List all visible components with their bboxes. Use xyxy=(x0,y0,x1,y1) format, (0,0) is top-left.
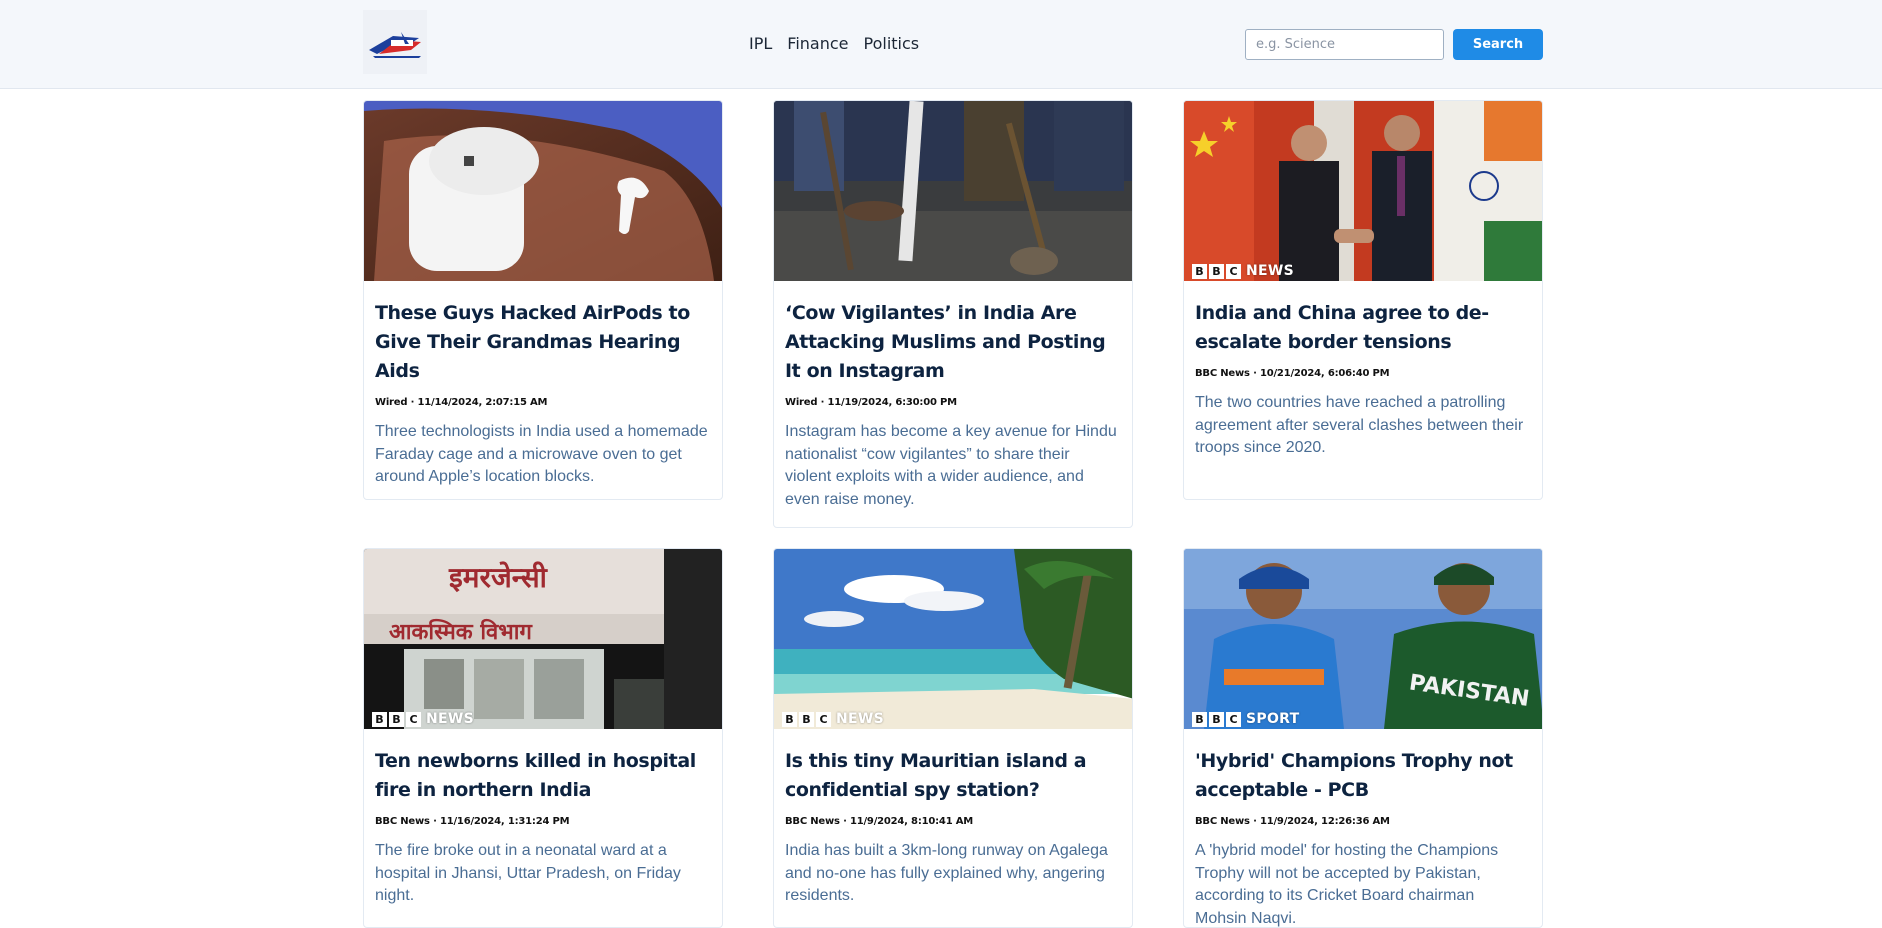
article-card[interactable]: ‘Cow Vigilantes’ in India Are Attacking … xyxy=(773,100,1133,528)
article-title[interactable]: 'Hybrid' Champions Trophy not acceptable… xyxy=(1195,747,1530,805)
article-title[interactable]: Ten newborns killed in hospital fire in … xyxy=(375,747,710,805)
article-card[interactable]: इमरजेन्सी आकस्मिक विभाग BBC NEWS Ten new… xyxy=(363,548,723,928)
article-meta: BBC News · 11/9/2024, 12:26:36 AM xyxy=(1195,816,1390,827)
article-title[interactable]: Is this tiny Mauritian island a confiden… xyxy=(785,747,1120,805)
hospital-photo-icon: इमरजेन्सी आकस्मिक विभाग xyxy=(364,549,722,729)
article-description: A 'hybrid model' for hosting the Champio… xyxy=(1195,842,1499,927)
airpods-photo-icon xyxy=(364,101,722,281)
article-meta: Wired · 11/19/2024, 6:30:00 PM xyxy=(785,397,957,408)
article-image[interactable]: BBC NEWS xyxy=(774,549,1132,729)
main-nav: IPL Finance Politics xyxy=(749,32,919,56)
article-meta: Wired · 11/14/2024, 2:07:15 AM xyxy=(375,397,548,408)
site-logo[interactable] xyxy=(363,10,427,74)
article-card[interactable]: PAKISTAN BBC SPORT 'Hybrid' Champions Tr… xyxy=(1183,548,1543,928)
top-navbar: IPL Finance Politics Search xyxy=(0,0,1882,89)
article-image[interactable] xyxy=(774,101,1132,281)
crowd-photo-icon xyxy=(774,101,1132,281)
bbc-news-badge: BBC NEWS xyxy=(1192,263,1294,279)
article-image[interactable] xyxy=(364,101,722,281)
article-meta: BBC News · 10/21/2024, 6:06:40 PM xyxy=(1195,368,1390,379)
article-description: Instagram has become a key avenue for Hi… xyxy=(785,423,1117,508)
bbc-news-badge: BBC NEWS xyxy=(372,711,474,727)
article-description: Three technologists in India used a home… xyxy=(375,423,708,485)
article-meta: BBC News · 11/16/2024, 1:31:24 PM xyxy=(375,816,570,827)
article-description: The fire broke out in a neonatal ward at… xyxy=(375,842,681,904)
search-button[interactable]: Search xyxy=(1453,29,1543,60)
article-card[interactable]: These Guys Hacked AirPods to Give Their … xyxy=(363,100,723,500)
article-description: The two countries have reached a patroll… xyxy=(1195,394,1524,456)
search-input[interactable] xyxy=(1245,29,1444,60)
article-body: ‘Cow Vigilantes’ in India Are Attacking … xyxy=(774,281,1132,527)
article-meta: BBC News · 11/9/2024, 8:10:41 AM xyxy=(785,816,974,827)
cricket-photo-icon: PAKISTAN xyxy=(1184,549,1542,729)
logo-icon xyxy=(363,10,427,74)
nav-link-finance[interactable]: Finance xyxy=(787,32,848,56)
article-title[interactable]: These Guys Hacked AirPods to Give Their … xyxy=(375,299,710,386)
nav-link-politics[interactable]: Politics xyxy=(864,32,920,56)
handshake-photo-icon xyxy=(1184,101,1542,281)
article-description: India has built a 3km-long runway on Aga… xyxy=(785,842,1108,904)
article-card[interactable]: BBC NEWS India and China agree to de-esc… xyxy=(1183,100,1543,500)
nav-link-ipl[interactable]: IPL xyxy=(749,32,772,56)
article-image[interactable]: BBC NEWS xyxy=(1184,101,1542,281)
article-image[interactable]: इमरजेन्सी आकस्मिक विभाग BBC NEWS xyxy=(364,549,722,729)
beach-photo-icon xyxy=(774,549,1132,729)
hospital-sign-text-2: आकस्मिक विभाग xyxy=(389,618,533,645)
article-title[interactable]: ‘Cow Vigilantes’ in India Are Attacking … xyxy=(785,299,1120,386)
article-card[interactable]: BBC NEWS Is this tiny Mauritian island a… xyxy=(773,548,1133,928)
bbc-news-badge: BBC NEWS xyxy=(782,711,884,727)
hospital-sign-text-1: इमरजेन्सी xyxy=(448,561,549,594)
article-body: India and China agree to de-escalate bor… xyxy=(1184,281,1542,476)
article-title[interactable]: India and China agree to de-escalate bor… xyxy=(1195,299,1530,357)
bbc-sport-badge: BBC SPORT xyxy=(1192,711,1299,727)
article-body: 'Hybrid' Champions Trophy not acceptable… xyxy=(1184,729,1542,927)
article-body: Is this tiny Mauritian island a confiden… xyxy=(774,729,1132,924)
article-image[interactable]: PAKISTAN BBC SPORT xyxy=(1184,549,1542,729)
article-body: Ten newborns killed in hospital fire in … xyxy=(364,729,722,924)
article-body: These Guys Hacked AirPods to Give Their … xyxy=(364,281,722,499)
